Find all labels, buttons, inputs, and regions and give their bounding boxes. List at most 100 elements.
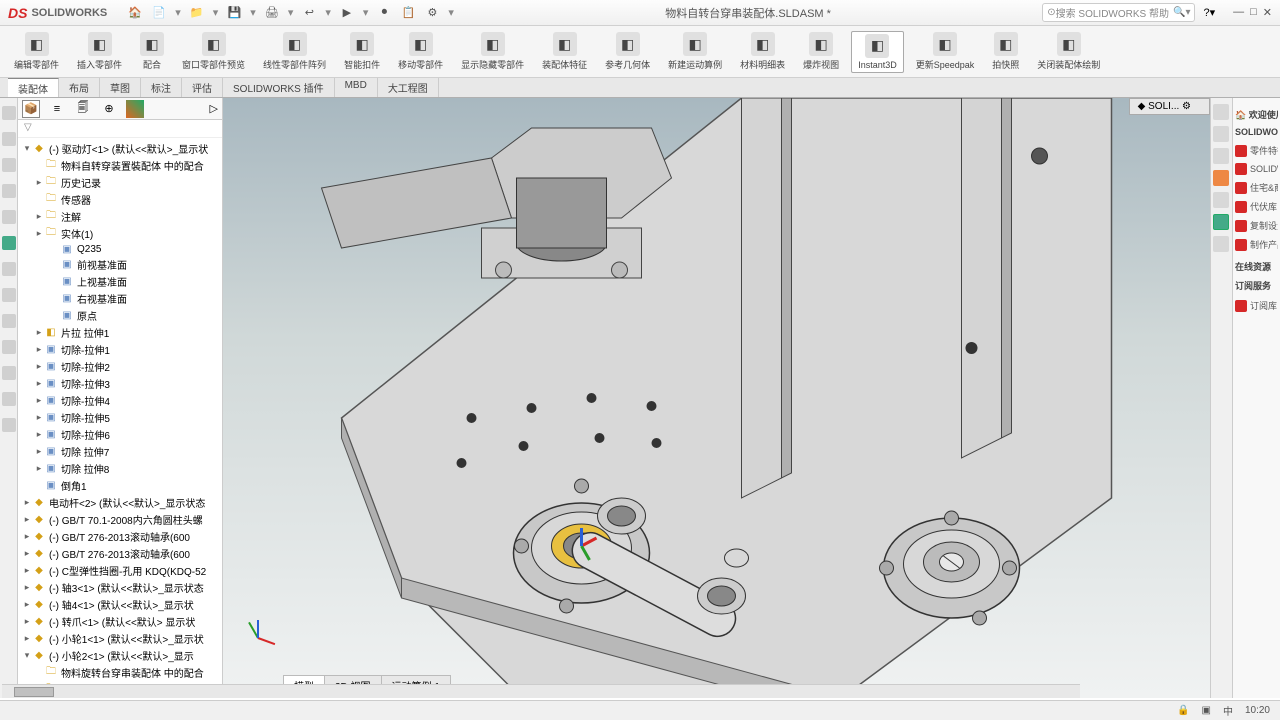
tool-icon[interactable] bbox=[2, 184, 16, 198]
task-item[interactable]: SOLIDW bbox=[1235, 160, 1278, 178]
tool-icon[interactable] bbox=[2, 158, 16, 172]
tree-row[interactable]: ▣右视基准面 bbox=[18, 290, 222, 307]
tool-icon[interactable] bbox=[2, 418, 16, 432]
tool-icon[interactable] bbox=[2, 106, 16, 120]
document-tab[interactable]: ◆ SOLI... ⚙ bbox=[1129, 98, 1210, 115]
tree-row[interactable]: ▣前视基准面 bbox=[18, 256, 222, 273]
tree-row[interactable]: ▸◆(-) C型弹性挡圈-孔用 KDQ(KDQ-52 bbox=[18, 562, 222, 579]
tree-row[interactable]: ▸◧片拉 拉伸1 bbox=[18, 324, 222, 341]
view-icon[interactable] bbox=[1213, 214, 1229, 230]
tree-row[interactable]: ▸▣切除-拉伸5 bbox=[18, 409, 222, 426]
exploded-button[interactable]: ◧爆炸视图 bbox=[797, 30, 845, 73]
tree-filter[interactable]: ▽ bbox=[18, 120, 222, 138]
graphics-viewport[interactable]: ◆ SOLI... ⚙ bbox=[223, 98, 1210, 698]
reference-geom-button[interactable]: ◧参考几何体 bbox=[599, 30, 656, 73]
home-view-icon[interactable] bbox=[1213, 104, 1229, 120]
tree-row[interactable]: ▸🗀注解 bbox=[18, 208, 222, 225]
hud-display-icon[interactable] bbox=[930, 102, 948, 120]
smart-fastener-button[interactable]: ◧智能扣件 bbox=[338, 30, 386, 73]
config-tab[interactable]: 🗐 bbox=[74, 100, 92, 118]
help-search[interactable]: ⊙搜索 SOLIDWORKS 帮助🔍▾ bbox=[1042, 3, 1195, 22]
help-icon[interactable]: ?▾ bbox=[1203, 6, 1215, 19]
tree-row[interactable]: 🗀物料自转穿装置裝配体 中的配合 bbox=[18, 157, 222, 174]
status-icon[interactable]: ▣ bbox=[1202, 705, 1211, 716]
minimize-button[interactable]: — bbox=[1233, 6, 1244, 19]
feature-tree-tab[interactable]: 📦 bbox=[22, 100, 40, 118]
tree-row[interactable]: 🗀传感器 bbox=[18, 191, 222, 208]
tab-草图[interactable]: 草图 bbox=[100, 78, 141, 97]
tool-icon[interactable] bbox=[2, 366, 16, 380]
tab-标注[interactable]: 标注 bbox=[141, 78, 182, 97]
move-component-button[interactable]: ◧移动零部件 bbox=[392, 30, 449, 73]
qat-options[interactable]: 📋 bbox=[400, 5, 416, 21]
qat-settings[interactable]: ⚙ bbox=[424, 5, 440, 21]
gear-icon[interactable]: ⚙ bbox=[1182, 101, 1191, 112]
qat-undo[interactable]: ↩ bbox=[301, 5, 317, 21]
tree-row[interactable]: ▸🗀实体(1) bbox=[18, 225, 222, 242]
tree-row[interactable]: ▸🗀历史记录 bbox=[18, 174, 222, 191]
display-tab[interactable]: ⊕ bbox=[100, 100, 118, 118]
maximize-button[interactable]: □ bbox=[1250, 6, 1257, 19]
view-icon[interactable] bbox=[1213, 170, 1229, 186]
qat-save[interactable]: 💾 bbox=[226, 5, 242, 21]
hud-section-icon[interactable] bbox=[886, 102, 904, 120]
task-item[interactable]: 制作产品 bbox=[1235, 235, 1278, 254]
task-item[interactable]: 复制设置 bbox=[1235, 216, 1278, 235]
task-item[interactable]: 住宅&商 bbox=[1235, 178, 1278, 197]
tree-row[interactable]: ▸◆(-) 小轮1<1> (默认<<默认>_显示状 bbox=[18, 630, 222, 647]
tree-row[interactable]: ▾◆(-) 驱动灯<1> (默认<<默认>_显示状 bbox=[18, 140, 222, 157]
tree-row[interactable]: ▸◆(-) 轴4<1> (默认<<默认>_显示状 bbox=[18, 596, 222, 613]
tree-row[interactable]: ▣上视基准面 bbox=[18, 273, 222, 290]
tree-row[interactable]: ▸▣切除-拉伸1 bbox=[18, 341, 222, 358]
bom-button[interactable]: ◧材料明细表 bbox=[734, 30, 791, 73]
tool-icon[interactable] bbox=[2, 340, 16, 354]
motion-study-button[interactable]: ◧新建运动算例 bbox=[662, 30, 728, 73]
tree-row[interactable]: ▸◆(-) 轴3<1> (默认<<默认>_显示状态 bbox=[18, 579, 222, 596]
hud-rotate-icon[interactable] bbox=[864, 102, 882, 120]
horizontal-scrollbar[interactable] bbox=[2, 684, 1080, 698]
view-icon[interactable] bbox=[1213, 126, 1229, 142]
task-item[interactable]: 订阅库 bbox=[1235, 296, 1278, 315]
assembly-feature-button[interactable]: ◧装配体特征 bbox=[536, 30, 593, 73]
tree-row[interactable]: ▣原点 bbox=[18, 307, 222, 324]
qat-select[interactable]: ▶ bbox=[339, 5, 355, 21]
hud-zoom-icon[interactable] bbox=[820, 102, 838, 120]
tree-row[interactable]: ▸◆(-) 转爪<1> (默认<<默认> 显示状 bbox=[18, 613, 222, 630]
show-hide-button[interactable]: ◧显示隐藏零部件 bbox=[455, 30, 530, 73]
tab-布局[interactable]: 布局 bbox=[59, 78, 100, 97]
tree-row[interactable]: ▸◆电动杆<2> (默认<<默认>_显示状态 bbox=[18, 494, 222, 511]
tree-row[interactable]: ▸▣切除-拉伸4 bbox=[18, 392, 222, 409]
view-icon[interactable] bbox=[1213, 192, 1229, 208]
tree-row[interactable]: ▸▣切除-拉伸6 bbox=[18, 426, 222, 443]
tab-装配体[interactable]: 装配体 bbox=[8, 78, 59, 97]
qat-rebuild[interactable]: ⏺ bbox=[376, 5, 392, 21]
qat-print[interactable]: 🖨 bbox=[264, 5, 280, 21]
tree-row[interactable]: ▸▣切除-拉伸3 bbox=[18, 375, 222, 392]
close-button[interactable]: ✕ bbox=[1263, 6, 1272, 19]
preview-button[interactable]: ◧窗口零部件预览 bbox=[176, 30, 251, 73]
tool-icon[interactable] bbox=[2, 288, 16, 302]
qat-open[interactable]: 📁 bbox=[189, 5, 205, 21]
instant3d-button[interactable]: ◧Instant3D bbox=[851, 31, 904, 73]
tree-body[interactable]: ▾◆(-) 驱动灯<1> (默认<<默认>_显示状🗀物料自转穿装置裝配体 中的配… bbox=[18, 138, 222, 698]
tree-row[interactable]: ▸◆(-) GB/T 276-2013滚动轴承(600 bbox=[18, 528, 222, 545]
collapse-icon[interactable]: ▷ bbox=[210, 102, 218, 115]
tree-row[interactable]: ▸◆(-) GB/T 70.1-2008内六角圆柱头螺 bbox=[18, 511, 222, 528]
mate-button[interactable]: ◧配合 bbox=[134, 30, 170, 73]
view-icon[interactable] bbox=[1213, 148, 1229, 164]
qat-home[interactable]: 🏠 bbox=[127, 5, 143, 21]
status-icon[interactable]: 🔒 bbox=[1177, 705, 1189, 716]
tree-row[interactable]: ▸▣切除 拉伸7 bbox=[18, 443, 222, 460]
tool-icon[interactable] bbox=[2, 236, 16, 250]
tool-icon[interactable] bbox=[2, 262, 16, 276]
task-item[interactable]: 零件特征 bbox=[1235, 141, 1278, 160]
hud-view-icon[interactable] bbox=[908, 102, 926, 120]
property-tab[interactable]: ≡ bbox=[48, 100, 66, 118]
tree-row[interactable]: ▸▣切除 拉伸8 bbox=[18, 460, 222, 477]
close-asm-button[interactable]: ◧关闭装配体绘制 bbox=[1031, 30, 1106, 73]
tree-row[interactable]: ▣倒角1 bbox=[18, 477, 222, 494]
snapshot-button[interactable]: ◧拍快照 bbox=[986, 30, 1025, 73]
hud-pan-icon[interactable] bbox=[842, 102, 860, 120]
tab-评估[interactable]: 评估 bbox=[182, 78, 223, 97]
tool-icon[interactable] bbox=[2, 210, 16, 224]
